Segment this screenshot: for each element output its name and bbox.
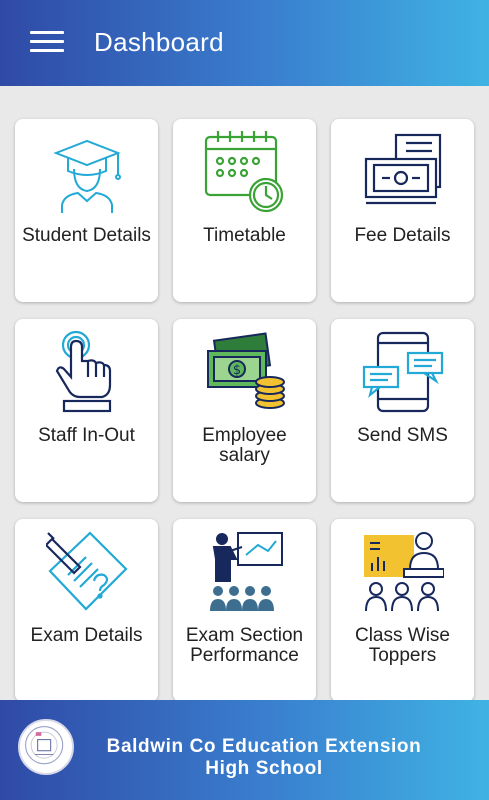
school-seal-logo bbox=[18, 719, 74, 775]
presentation-audience-icon bbox=[210, 532, 283, 611]
card-send-sms[interactable]: Send SMS bbox=[331, 319, 474, 502]
teacher-class-icon bbox=[364, 532, 444, 612]
finger-tap-icon bbox=[55, 330, 112, 413]
svg-text:$: $ bbox=[233, 363, 241, 378]
card-employee-salary[interactable]: $ Employee salary bbox=[173, 319, 316, 502]
school-footer: Baldwin Co Education Extension High Scho… bbox=[0, 700, 489, 800]
card-staff-in-out[interactable]: Staff In-Out bbox=[15, 319, 158, 502]
card-exam-details[interactable]: Exam Details bbox=[15, 519, 158, 702]
dashboard-grid: Student Details Timetable Fee Details St… bbox=[0, 86, 489, 702]
school-name: Baldwin Co Education Extension High Scho… bbox=[106, 736, 422, 779]
card-exam-section-performance[interactable]: Exam Section Performance bbox=[173, 519, 316, 702]
card-label: Employee salary bbox=[202, 425, 287, 466]
card-label: Timetable bbox=[203, 225, 286, 246]
hamburger-menu-icon[interactable] bbox=[30, 31, 64, 53]
exam-paper-pencil-icon bbox=[46, 531, 128, 611]
card-label: Exam Section Performance bbox=[185, 625, 304, 666]
card-student-details[interactable]: Student Details bbox=[15, 119, 158, 302]
card-label: Student Details bbox=[22, 225, 151, 246]
money-bill-icon bbox=[364, 133, 442, 205]
app-bar: Dashboard bbox=[0, 0, 489, 86]
card-timetable[interactable]: Timetable bbox=[173, 119, 316, 302]
graduate-student-icon bbox=[53, 139, 121, 213]
card-fee-details[interactable]: Fee Details bbox=[331, 119, 474, 302]
card-label: Send SMS bbox=[357, 425, 448, 446]
card-label: Staff In-Out bbox=[38, 425, 135, 446]
card-label: Class Wise Toppers bbox=[354, 625, 450, 666]
cash-coins-icon: $ bbox=[207, 332, 285, 409]
card-class-wise-toppers[interactable]: Class Wise Toppers bbox=[331, 519, 474, 702]
page-title: Dashboard bbox=[94, 27, 224, 57]
card-label: Exam Details bbox=[30, 625, 143, 646]
calendar-clock-icon bbox=[204, 131, 284, 213]
card-label: Fee Details bbox=[354, 225, 451, 246]
phone-message-icon bbox=[362, 331, 444, 413]
